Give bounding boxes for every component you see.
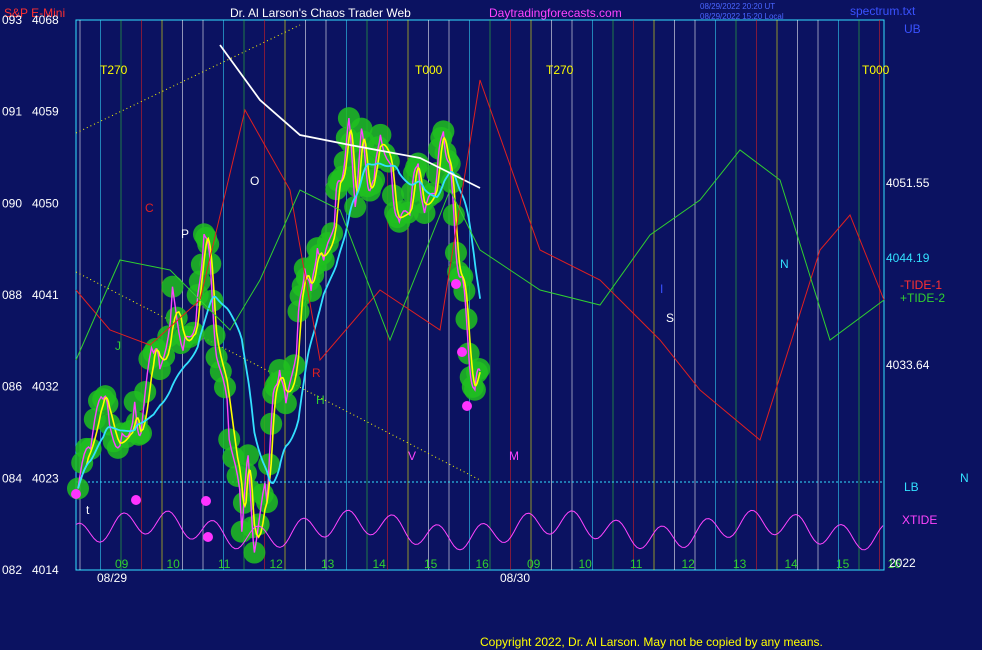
y-tick-label: 4014 — [32, 563, 59, 577]
cycle-marker: R — [312, 366, 321, 380]
turn-point-dot — [201, 496, 211, 506]
copyright: Copyright 2022, Dr. Al Larson. May not b… — [480, 635, 823, 649]
chaos-chart: S&P E-Mini Dr. Al Larson's Chaos Trader … — [2, 2, 969, 649]
turn-point-dot — [462, 401, 472, 411]
x-tick-label: 15 — [836, 557, 850, 571]
legend-entry: +TIDE-2 — [900, 291, 945, 305]
x-tick-label: 14 — [373, 557, 387, 571]
top-marker: T270 — [100, 63, 128, 77]
y-tick-label: 4050 — [32, 196, 59, 210]
xtide-line — [75, 509, 884, 551]
y-tick-prefix: 082 — [2, 563, 22, 577]
right-level-label: 4033.64 — [886, 358, 930, 372]
y-tick-prefix: 084 — [2, 471, 22, 485]
x-tick-label: 10 — [579, 557, 593, 571]
year-label: 2022 — [889, 556, 916, 570]
turn-point-dot — [451, 279, 461, 289]
x-tick-label: 09 — [527, 557, 541, 571]
turn-point-dot — [457, 347, 467, 357]
y-tick-prefix: 090 — [2, 196, 22, 210]
x-tick-label: 09 — [115, 557, 129, 571]
top-marker: T000 — [415, 63, 443, 77]
chart-title: Dr. Al Larson's Chaos Trader Web — [230, 6, 411, 20]
y-tick-prefix: 088 — [2, 288, 22, 302]
x-tick-label: 16 — [476, 557, 490, 571]
cycle-marker: t — [86, 503, 90, 517]
y-tick-label: 4068 — [32, 13, 59, 27]
date-label: 08/29 — [97, 571, 127, 585]
turn-point-dot — [131, 495, 141, 505]
x-tick-label: 11 — [218, 557, 231, 571]
cycle-marker: H — [316, 393, 325, 407]
x-tick-label: 15 — [424, 557, 438, 571]
x-tick-label: 13 — [733, 557, 747, 571]
timestamp-ut: 08/29/2022 20:20 UT — [700, 2, 775, 11]
x-tick-label: 11 — [630, 557, 643, 571]
x-tick-label: 14 — [785, 557, 799, 571]
cycle-marker: S — [666, 311, 674, 325]
y-tick-label: 4023 — [32, 471, 59, 485]
file-name: spectrum.txt — [850, 4, 916, 18]
x-tick-label: 10 — [167, 557, 181, 571]
axis-layer: 093 4068 091 4059 090 4050 088 4041 086 4032 084 40… — [2, 13, 969, 585]
y-tick-label: 4032 — [32, 380, 59, 394]
y-tick-prefix: 091 — [2, 105, 22, 119]
top-marker: T000 — [862, 63, 890, 77]
cycle-marker: C — [145, 201, 154, 215]
legend-entry: -TIDE-1 — [900, 278, 942, 292]
right-level-label: 4044.19 — [886, 251, 930, 265]
y-tick-label: 4059 — [32, 105, 59, 119]
turn-point-dot — [71, 489, 81, 499]
ub-label: UB — [904, 22, 921, 36]
top-marker: T270 — [546, 63, 574, 77]
cycle-marker: J — [115, 339, 121, 353]
cycle-marker: P — [181, 227, 189, 241]
y-tick-label: 4041 — [32, 288, 59, 302]
date-label: 08/30 — [500, 571, 530, 585]
cycle-marker: I — [660, 282, 663, 296]
lb-label: LB — [904, 480, 919, 494]
trend-line-upper — [75, 24, 301, 134]
turn-point-dot — [203, 532, 213, 542]
x-tick-label: 13 — [321, 557, 335, 571]
y-tick-prefix: 086 — [2, 380, 22, 394]
right-level-label: 4051.55 — [886, 176, 930, 190]
y-tick-prefix: 093 — [2, 13, 22, 27]
x-tick-label: 12 — [270, 557, 284, 571]
n-label: N — [960, 471, 969, 485]
site-link[interactable]: Daytradingforecasts.com — [489, 6, 622, 20]
cycle-marker: M — [509, 449, 519, 463]
green-bubbles — [67, 107, 491, 564]
legend-entry: XTIDE — [902, 513, 937, 527]
cycle-marker: O — [250, 174, 259, 188]
x-tick-label: 12 — [682, 557, 696, 571]
cycle-marker: N — [780, 257, 789, 271]
price-line — [77, 118, 481, 553]
cycle-marker: V — [408, 449, 416, 463]
